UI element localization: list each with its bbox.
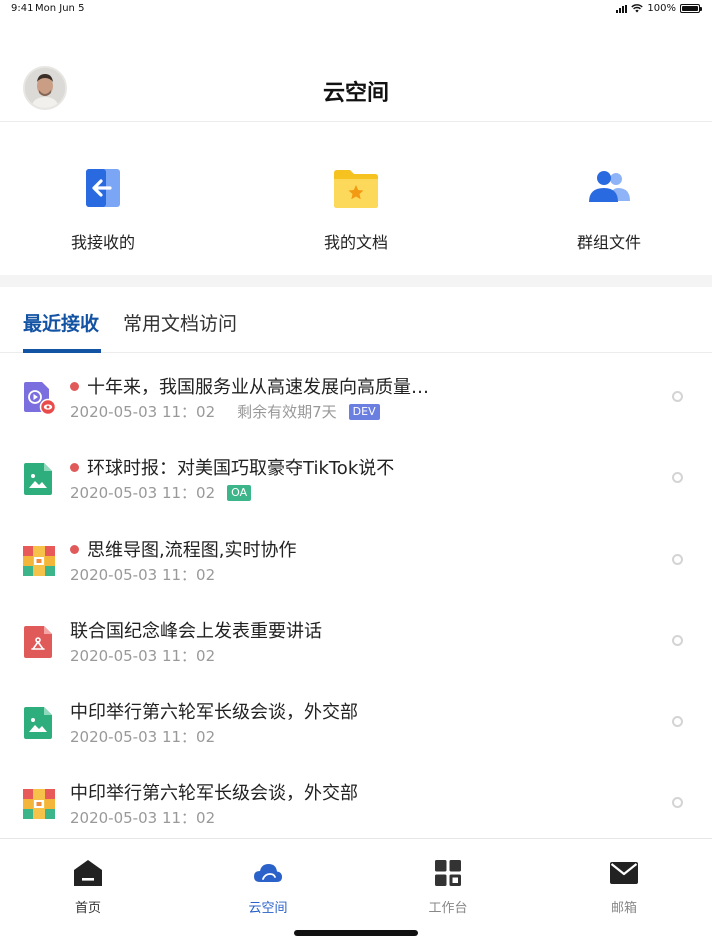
section-divider <box>0 275 712 287</box>
tabbar-mail[interactable]: 邮箱 <box>584 859 664 916</box>
status-indicators: 100% <box>616 3 702 14</box>
header: 云空间 <box>0 56 712 122</box>
tab-recent-received[interactable]: 最近接收 <box>23 309 99 336</box>
tabbar-workbench[interactable]: 工作台 <box>408 859 488 916</box>
status-time: 9:41 <box>11 3 34 14</box>
mail-icon <box>610 862 638 884</box>
list-item[interactable]: 中印举行第六轮军长级会谈，外交部 2020-05-03 11：02 <box>0 678 712 759</box>
list-item[interactable]: 联合国纪念峰会上发表重要讲话 2020-05-03 11：02 <box>0 597 712 678</box>
signal-icon <box>616 4 628 13</box>
file-meta: 2020-05-03 11：02 OA <box>70 482 252 503</box>
file-meta: 2020-05-03 11：02 <box>70 564 215 585</box>
file-meta: 2020-05-03 11：02 <box>70 807 215 828</box>
apps-icon <box>435 860 461 886</box>
status-date: Mon Jun 5 <box>35 3 85 14</box>
unread-dot <box>70 381 79 391</box>
file-title: 十年来，我国服务业从高速发展向高质量… <box>70 373 429 399</box>
file-date: 2020-05-03 11：02 <box>70 403 216 421</box>
file-meta: 2020-05-03 11：02 <box>70 645 215 666</box>
list-item[interactable]: 环球时报：对美国巧取豪夺TikTok说不 2020-05-03 11：02 OA <box>0 434 712 515</box>
received-icon <box>86 169 120 207</box>
tabbar-workbench-label: 工作台 <box>428 901 468 916</box>
list-item[interactable]: 十年来，我国服务业从高速发展向高质量… 2020-05-03 11：02 剩余有… <box>0 353 712 434</box>
tabbar-mail-label: 邮箱 <box>610 901 637 916</box>
page-title: 云空间 <box>322 81 389 106</box>
image-file-icon <box>24 463 52 495</box>
battery-percent: 100% <box>647 3 676 14</box>
home-icon <box>74 860 102 886</box>
list-item[interactable]: 思维导图,流程图,实时协作 2020-05-03 11：02 <box>0 516 712 597</box>
tab-frequent-docs[interactable]: 常用文档访问 <box>123 309 237 336</box>
group-icon <box>589 171 630 202</box>
file-date: 2020-05-03 11：02 <box>70 484 216 502</box>
file-expiry: 剩余有效期7天 <box>237 403 337 421</box>
more-icon[interactable] <box>672 472 683 483</box>
cloud-icon <box>254 864 282 882</box>
quick-actions: 我接收的 我的文档 群组文件 <box>0 123 712 275</box>
file-date: 2020-05-03 11：02 <box>70 809 216 827</box>
battery-icon <box>680 4 702 13</box>
tabs: 最近接收 常用文档访问 <box>0 287 712 353</box>
list-item[interactable]: 中印举行第六轮军长级会谈，外交部 2020-05-03 11：02 <box>0 759 712 840</box>
more-icon[interactable] <box>672 797 683 808</box>
quick-received-label: 我接收的 <box>70 233 135 252</box>
folder-star-icon <box>334 170 378 208</box>
pdf-file-icon <box>24 626 52 658</box>
file-title: 联合国纪念峰会上发表重要讲话 <box>70 621 322 642</box>
more-icon[interactable] <box>672 635 683 646</box>
more-icon[interactable] <box>672 391 683 402</box>
file-date: 2020-05-03 11：02 <box>70 566 216 584</box>
wifi-icon <box>631 4 644 13</box>
quick-received[interactable]: 我接收的 <box>23 165 183 253</box>
tabbar-cloud-label: 云空间 <box>248 901 288 916</box>
quick-group-files[interactable]: 群组文件 <box>529 165 689 253</box>
file-title: 中印举行第六轮军长级会谈，外交部 <box>70 783 358 804</box>
archive-file-icon <box>23 546 55 576</box>
quick-my-docs-label: 我的文档 <box>323 233 388 252</box>
file-date: 2020-05-03 11：02 <box>70 647 216 665</box>
home-indicator <box>294 930 418 936</box>
tag-badge: DEV <box>348 403 380 420</box>
file-meta: 2020-05-03 11：02 <box>70 726 215 747</box>
archive-file-icon <box>23 789 55 819</box>
tabbar-cloud[interactable]: 云空间 <box>228 859 308 916</box>
more-icon[interactable] <box>672 554 683 565</box>
file-date: 2020-05-03 11：02 <box>70 728 216 746</box>
status-bar: 9:41 Mon Jun 5 100% <box>0 0 712 20</box>
unread-dot <box>70 462 79 472</box>
tag-badge: OA <box>227 484 252 501</box>
file-title: 中印举行第六轮军长级会谈，外交部 <box>70 702 358 723</box>
file-title: 环球时报：对美国巧取豪夺TikTok说不 <box>70 454 394 480</box>
unread-dot <box>70 544 79 554</box>
quick-group-files-label: 群组文件 <box>576 233 641 252</box>
video-file-icon <box>24 382 56 415</box>
more-icon[interactable] <box>672 716 683 727</box>
tabbar-home[interactable]: 首页 <box>48 859 128 916</box>
tabbar-home-label: 首页 <box>74 901 101 916</box>
image-file-icon <box>24 707 52 739</box>
file-meta: 2020-05-03 11：02 剩余有效期7天 DEV <box>70 401 380 422</box>
file-title: 思维导图,流程图,实时协作 <box>70 536 296 562</box>
quick-my-docs[interactable]: 我的文档 <box>276 165 436 253</box>
